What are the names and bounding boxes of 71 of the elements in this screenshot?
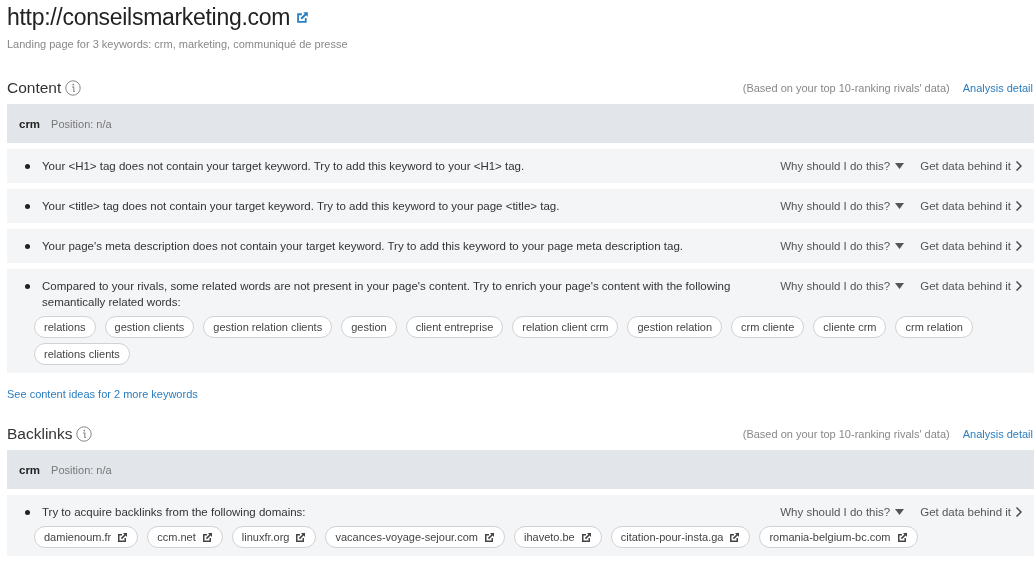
info-icon[interactable] [65, 80, 82, 96]
caret-icon [895, 163, 905, 169]
external-link-icon [896, 531, 908, 543]
content-ideas-link[interactable]: See content ideas for 2 more keywords [7, 388, 198, 400]
caret-icon [895, 203, 905, 209]
get-data-link[interactable]: Get data behind it [920, 278, 1022, 294]
info-icon[interactable] [76, 426, 93, 442]
analysis-detail-link[interactable]: Analysis detail [962, 428, 1033, 440]
external-link-icon [201, 531, 213, 543]
why-dropdown[interactable]: Why should I do this? [780, 238, 905, 254]
section-title: Backlinks [7, 425, 73, 443]
section-note: (Based on your top 10-ranking rivals' data) [742, 428, 950, 440]
external-link-icon [483, 531, 495, 543]
tip-text: Your page's meta description does not contain your target keyword. Try to add this keyword to your page meta description tag. [42, 239, 685, 254]
bullet-icon [25, 164, 30, 169]
get-data-link[interactable]: Get data behind it [920, 158, 1022, 174]
keyword-tag[interactable]: relations clients [34, 343, 130, 365]
caret-icon [895, 509, 905, 515]
page-subtitle: Landing page for 3 keywords: crm, marketing, communiqué de presse [7, 38, 349, 50]
bullet-icon [25, 284, 30, 289]
get-data-link[interactable]: Get data behind it [920, 238, 1022, 254]
external-link-icon [296, 10, 310, 24]
keyword-tag[interactable]: gestion [341, 316, 397, 338]
keyword-tag[interactable]: cliente crm [813, 316, 887, 338]
external-link-icon [295, 531, 307, 543]
get-data-link[interactable]: Get data behind it [920, 504, 1022, 520]
external-link-icon [729, 531, 741, 543]
chevron-icon [1016, 241, 1022, 251]
domain-tag[interactable]: linuxfr.org [231, 526, 317, 548]
domain-tag[interactable]: vacances-voyage-sejour.com [325, 526, 505, 548]
keyword-tag[interactable]: gestion relation [627, 316, 723, 338]
keyword-tag[interactable]: crm cliente [731, 316, 805, 338]
keyword-tag[interactable]: gestion relation clients [203, 316, 333, 338]
keyword-position: Position: n/a [51, 117, 112, 130]
external-link-icon [580, 531, 592, 543]
bullet-icon [25, 244, 30, 249]
section-note: (Based on your top 10-ranking rivals' data) [742, 82, 950, 94]
bullet-icon [25, 510, 30, 515]
domain-tag[interactable]: romania-belgium-bc.com [759, 526, 918, 548]
section-title: Content [7, 79, 62, 97]
keyword-label: crm [19, 463, 41, 476]
domain-tag[interactable]: damienoum.fr [34, 526, 139, 548]
bullet-icon [25, 204, 30, 209]
get-data-link[interactable]: Get data behind it [920, 198, 1022, 214]
tip-text: Compared to your rivals, some related words are not present in your page's content. Try to enrich your page's content with the following semantically related words: [42, 279, 732, 310]
chevron-icon [1016, 507, 1022, 517]
tip-text: Try to acquire backlinks from the following domains: [42, 505, 307, 520]
why-dropdown[interactable]: Why should I do this? [780, 278, 905, 294]
why-dropdown[interactable]: Why should I do this? [780, 198, 905, 214]
keyword-tag[interactable]: crm relation [895, 316, 973, 338]
caret-icon [895, 283, 905, 289]
chevron-icon [1016, 281, 1022, 291]
tip-text: Your <H1> tag does not contain your target keyword. Try to add this keyword to your <H1> tag. [42, 159, 526, 174]
keyword-tag[interactable]: relations [34, 316, 96, 338]
keyword-position: Position: n/a [51, 463, 112, 476]
keyword-label: crm [19, 117, 41, 130]
keyword-tag[interactable]: client entreprise [405, 316, 504, 338]
chevron-icon [1016, 201, 1022, 211]
why-dropdown[interactable]: Why should I do this? [780, 158, 905, 174]
keyword-tag[interactable]: gestion clients [104, 316, 195, 338]
external-link-icon [117, 531, 129, 543]
domain-tag[interactable]: ccm.net [147, 526, 223, 548]
domain-tag[interactable]: citation-pour-insta.ga [610, 526, 751, 548]
why-dropdown[interactable]: Why should I do this? [780, 504, 905, 520]
domain-tag[interactable]: ihaveto.be [513, 526, 602, 548]
tip-text: Your <title> tag does not contain your target keyword. Try to add this keyword to your page <title> tag. [42, 199, 561, 214]
caret-icon [895, 243, 905, 249]
chevron-icon [1016, 161, 1022, 171]
keyword-tag[interactable]: relation client crm [512, 316, 619, 338]
analysis-detail-link[interactable]: Analysis detail [962, 82, 1033, 94]
page-url: http://conseilsmarketing.com [7, 3, 291, 31]
